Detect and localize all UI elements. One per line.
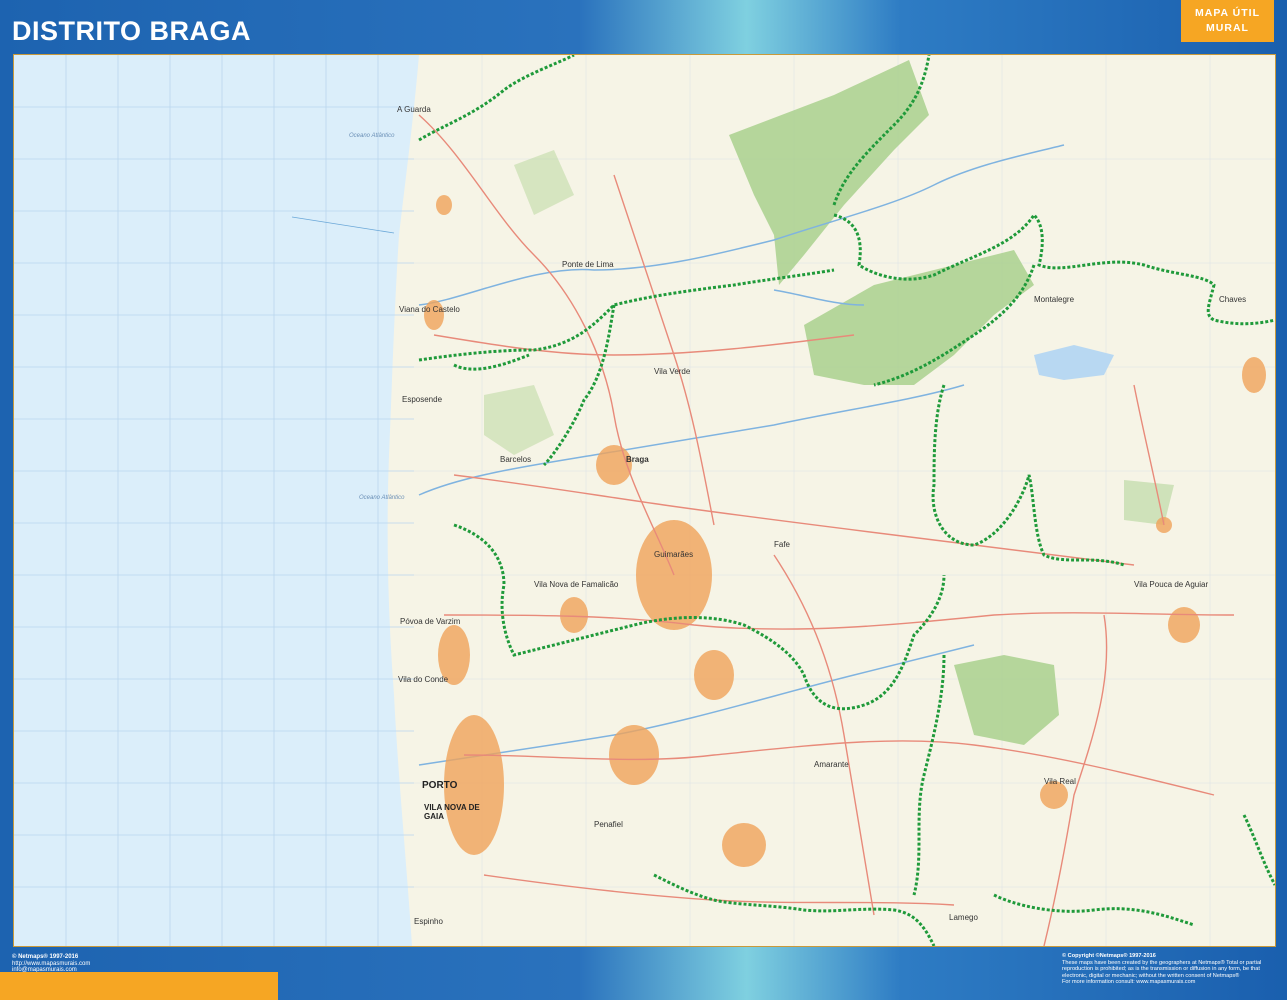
place-a-guarda: A Guarda (397, 105, 431, 114)
map-area[interactable]: Oceano Atlântico Oceano Atlântico A Guar… (13, 54, 1276, 947)
badge-line2: MURAL (1206, 22, 1249, 34)
place-amarante: Amarante (814, 760, 849, 769)
place-lamego: Lamego (949, 913, 978, 922)
roads (418, 114, 1235, 946)
place-famalicao: Vila Nova de Famalicão (534, 580, 619, 589)
place-chaves: Chaves (1219, 295, 1247, 304)
badge-line1: MAPA ÚTIL (1195, 7, 1260, 19)
map-graphics (14, 55, 1275, 946)
place-montalegre: Montalegre (1034, 295, 1075, 304)
place-esposende: Esposende (402, 395, 443, 404)
footer-right-line2: These maps have been created by the geog… (1062, 959, 1262, 966)
place-povoa: Póvoa de Varzim (400, 617, 461, 626)
sea-label-south: Oceano Atlântico (359, 495, 405, 501)
footer-right-line4: electronic, digital or mechanic; without… (1062, 972, 1240, 979)
footer-right: © Copyright ©Netmaps® 1997-2016 These ma… (1062, 953, 1277, 986)
place-gaia: VILA NOVA DE GAIA (424, 803, 480, 821)
place-vila-do-conde: Vila do Conde (398, 675, 449, 684)
footer-right-line1: © Copyright ©Netmaps® 1997-2016 (1062, 953, 1156, 959)
place-vila-pouca: Vila Pouca de Aguiar (1134, 580, 1209, 589)
place-viana: Viana do Castelo (399, 305, 460, 314)
place-penafiel: Penafiel (594, 820, 623, 829)
place-fafe: Fafe (774, 540, 791, 549)
parks (484, 60, 1174, 745)
place-ponte-de-lima: Ponte de Lima (562, 260, 614, 269)
place-vila-real: Vila Real (1044, 777, 1076, 786)
place-espinho: Espinho (414, 917, 443, 926)
place-vila-verde: Vila Verde (654, 367, 691, 376)
place-barcelos: Barcelos (500, 455, 532, 464)
place-guimaraes: Guimarães (654, 550, 694, 559)
footer-right-line3: reproduction is prohibited; as is the tr… (1062, 966, 1260, 973)
sea-label-north: Oceano Atlântico (349, 133, 395, 139)
brand-badge[interactable]: MAPA ÚTIL MURAL (1181, 0, 1274, 42)
footer-orange-bar (0, 972, 278, 1000)
footer-left: © Netmaps® 1997-2016 http://www.mapasmur… (12, 954, 90, 974)
page-title: DISTRITO BRAGA (12, 16, 252, 46)
footer-right-line5[interactable]: For more information consult: www.mapasm… (1062, 979, 1277, 986)
place-braga: Braga (626, 455, 649, 464)
place-porto: PORTO (422, 780, 458, 791)
reservoir (1034, 345, 1114, 380)
